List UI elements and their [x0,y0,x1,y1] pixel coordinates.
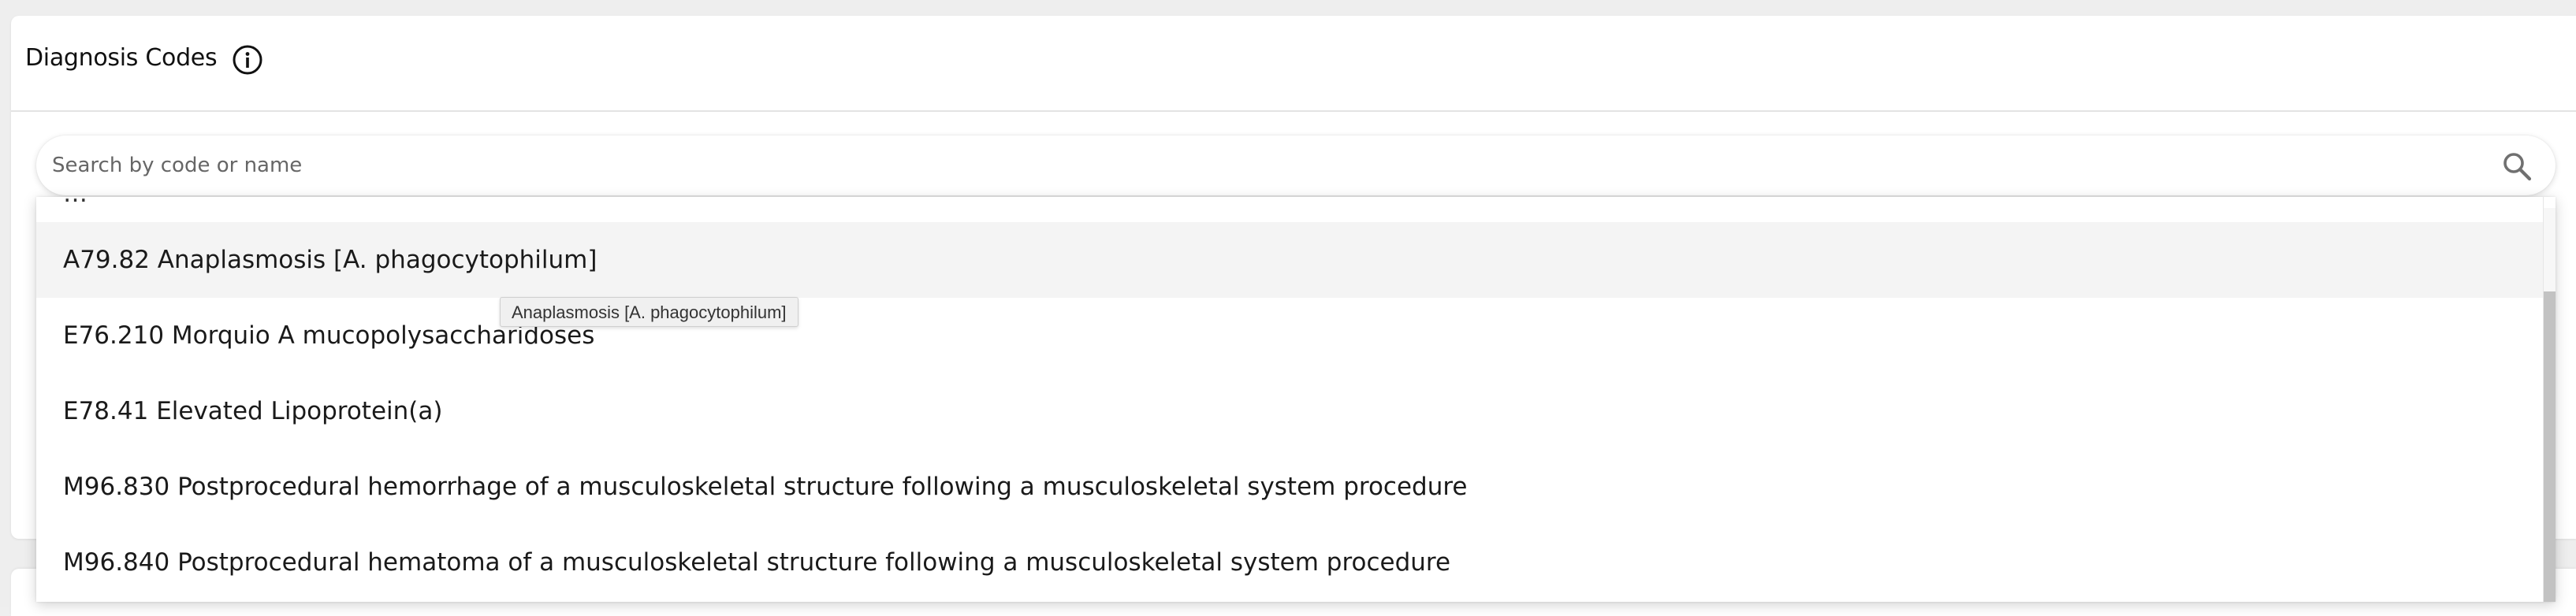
option-e78-41[interactable]: E78.41 Elevated Lipoprotein(a) [36,373,2543,449]
option-e76-210[interactable]: E76.210 Morquio A mucopolysaccharidoses [36,298,2543,373]
option-m96-840[interactable]: M96.840 Postprocedural hematoma of a mus… [36,525,2543,600]
card-title: Diagnosis Codes [25,44,218,72]
partially-scrolled-option[interactable]: … [63,197,87,211]
search-box [36,135,2556,195]
info-icon[interactable] [232,44,263,76]
diagnosis-dropdown: … A79.82 Anaplasmosis [A. phagocytophilu… [36,197,2556,602]
search-input[interactable] [52,135,2472,195]
option-list: … A79.82 Anaplasmosis [A. phagocytophilu… [36,197,2543,602]
option-m96-830[interactable]: M96.830 Postprocedural hemorrhage of a m… [36,449,2543,525]
option-a79-82[interactable]: A79.82 Anaplasmosis [A. phagocytophilum] [36,222,2543,298]
scrollbar-thumb[interactable] [2544,291,2556,602]
card-header [11,16,2576,112]
scrollbar-gap [2544,197,2556,208]
option-tooltip: Anaplasmosis [A. phagocytophilum] [500,297,798,327]
search-icon[interactable] [2500,150,2533,183]
